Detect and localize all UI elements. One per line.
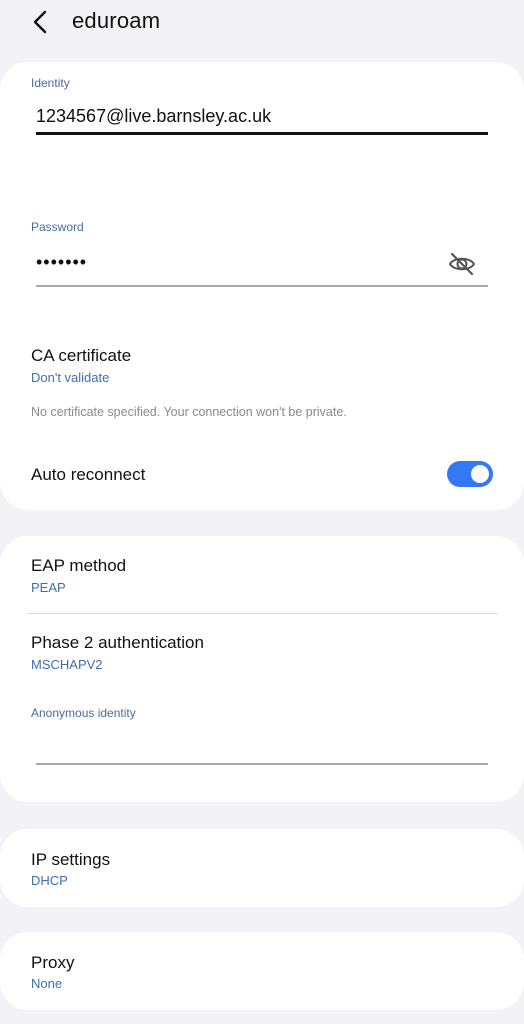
identity-input[interactable]: 1234567@live.barnsley.ac.uk (36, 106, 271, 127)
ip-settings-title: IP settings (31, 850, 111, 869)
identity-label: Identity (31, 76, 70, 90)
ca-certificate-value: Don't validate (31, 370, 110, 385)
auto-reconnect-label: Auto reconnect (31, 465, 146, 484)
eap-method-value: PEAP (31, 580, 66, 595)
toggle-knob (471, 465, 489, 483)
ip-settings-value: DHCP (31, 873, 68, 888)
auto-reconnect-toggle[interactable] (447, 461, 493, 487)
header-bar: eduroam (0, 0, 524, 50)
anonymous-identity-label: Anonymous identity (31, 706, 136, 720)
proxy-card[interactable]: Proxy None (0, 932, 524, 1010)
phase2-auth-title[interactable]: Phase 2 authentication (31, 633, 204, 653)
ca-certificate-title[interactable]: CA certificate (31, 346, 131, 366)
back-button[interactable] (26, 6, 58, 38)
password-label: Password (31, 220, 84, 234)
phase2-auth-value: MSCHAPV2 (31, 657, 103, 672)
page-title: eduroam (72, 8, 161, 33)
anonymous-identity-underline (36, 763, 488, 765)
eap-method-title[interactable]: EAP method (31, 556, 126, 576)
chevron-left-icon (33, 10, 47, 34)
eap-card: EAP method PEAP Phase 2 authentication M… (0, 536, 524, 802)
ip-settings-card[interactable]: IP settings DHCP (0, 829, 524, 907)
ca-certificate-hint: No certificate specified. Your connectio… (31, 405, 347, 419)
proxy-value: None (31, 976, 63, 991)
proxy-title: Proxy (31, 953, 75, 972)
password-input[interactable]: ••••••• (36, 252, 87, 273)
divider (27, 613, 498, 614)
credentials-card: Identity 1234567@live.barnsley.ac.uk Pas… (0, 62, 524, 510)
identity-underline (36, 132, 488, 135)
eye-off-icon[interactable] (447, 249, 477, 279)
password-underline (36, 285, 488, 287)
